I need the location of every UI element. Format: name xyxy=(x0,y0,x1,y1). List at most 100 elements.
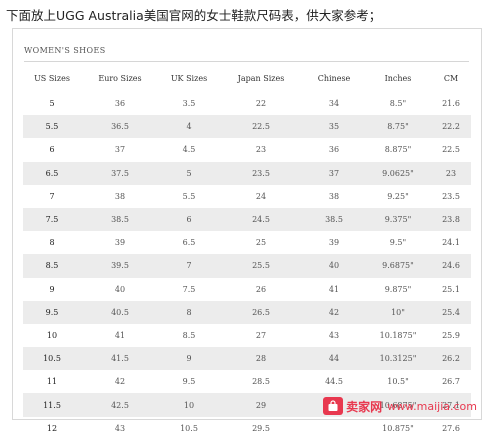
cell-japan-size: 22.5 xyxy=(219,115,303,139)
cell-cm: 27.6 xyxy=(442,423,460,433)
cell-inches: 9.6875" xyxy=(365,254,431,278)
cell-euro-size: 40 xyxy=(114,284,126,294)
table-row: 10 41 8.5 27 43 10.1875" 25.9 xyxy=(23,324,471,347)
cell-inches: 9.5" xyxy=(389,238,407,248)
cell-euro-size: 40.5 xyxy=(81,300,159,324)
cell-us-size: 8 xyxy=(49,238,55,248)
table-row: 7 38 5.5 24 38 9.25" 23.5 xyxy=(23,185,471,208)
table-row: 5 36 3.5 22 34 8.5" 21.6 xyxy=(23,92,471,115)
column-header-chinese: Chinese xyxy=(317,74,351,83)
cell-uk-size: 4.5 xyxy=(182,145,196,155)
watermark-url: www.maijia.com xyxy=(387,399,477,413)
cell-chinese-size: 43 xyxy=(328,330,340,340)
cell-uk-size: 5 xyxy=(159,161,219,185)
cell-cm: 25.4 xyxy=(431,300,471,324)
cell-japan-size: 24 xyxy=(255,191,267,201)
cell-cm: 26.7 xyxy=(442,377,460,387)
cell-us-size: 6 xyxy=(49,145,55,155)
cell-chinese-size: 44 xyxy=(303,347,365,371)
cell-japan-size: 22 xyxy=(255,99,267,109)
cell-inches: 8.75" xyxy=(365,115,431,139)
cell-euro-size: 38 xyxy=(114,191,126,201)
column-header-cm: CM xyxy=(443,74,459,83)
cell-inches: 8.875" xyxy=(384,145,412,155)
cell-cm: 23.8 xyxy=(431,207,471,232)
column-header-japan-sizes: Japan Sizes xyxy=(237,74,285,83)
cell-inches: 9.875" xyxy=(384,284,412,294)
cell-uk-size: 6 xyxy=(159,207,219,232)
page-caption: 下面放上UGG Australia美国官网的女士鞋款尺码表，供大家参考； xyxy=(6,8,382,23)
cell-euro-size: 38.5 xyxy=(81,207,159,232)
cell-euro-size: 37 xyxy=(114,145,126,155)
cell-chinese-size: 40 xyxy=(303,254,365,278)
table-row: 9 40 7.5 26 41 9.875" 25.1 xyxy=(23,278,471,301)
cell-chinese-size xyxy=(303,417,365,440)
table-row: 8 39 6.5 25 39 9.5" 24.1 xyxy=(23,231,471,254)
column-header-us-sizes: US Sizes xyxy=(34,74,70,83)
table-header-row: US Sizes Euro Sizes UK Sizes Japan Sizes… xyxy=(23,65,471,92)
cell-chinese-size: 42 xyxy=(303,300,365,324)
cell-uk-size: 3.5 xyxy=(182,99,196,109)
column-header-uk-sizes: UK Sizes xyxy=(170,74,208,83)
cell-chinese-size: 38 xyxy=(328,191,340,201)
cell-chinese-size: 41 xyxy=(328,284,340,294)
cell-euro-size: 41 xyxy=(114,330,126,340)
cell-chinese-size: 39 xyxy=(328,238,340,248)
table-row: 6.5 37.5 5 23.5 37 9.0625" 23 xyxy=(23,161,471,185)
cell-cm: 25.9 xyxy=(442,330,460,340)
cell-euro-size: 41.5 xyxy=(81,347,159,371)
cell-japan-size: 27 xyxy=(255,330,267,340)
cell-uk-size: 7 xyxy=(159,254,219,278)
column-header-euro-sizes: Euro Sizes xyxy=(98,74,142,83)
cell-chinese-size: 35 xyxy=(303,115,365,139)
cell-chinese-size: 34 xyxy=(328,99,340,109)
cell-cm: 24.1 xyxy=(442,238,460,248)
cell-us-size: 12 xyxy=(46,423,58,433)
cell-japan-size: 29.5 xyxy=(252,423,270,433)
cell-japan-size: 28.5 xyxy=(252,377,270,387)
cell-cm: 24.6 xyxy=(431,254,471,278)
cell-inches: 10.5" xyxy=(387,377,409,387)
cell-inches: 8.5" xyxy=(389,99,407,109)
cell-uk-size: 10 xyxy=(159,393,219,417)
cell-uk-size: 6.5 xyxy=(182,238,196,248)
cell-inches: 10.875" xyxy=(382,423,414,433)
cell-euro-size: 36 xyxy=(114,99,126,109)
cell-euro-size: 37.5 xyxy=(81,161,159,185)
cell-euro-size: 42 xyxy=(114,377,126,387)
title-divider xyxy=(24,61,469,62)
cell-japan-size: 23 xyxy=(255,145,267,155)
cell-us-size: 6.5 xyxy=(23,161,81,185)
cell-uk-size: 8 xyxy=(159,300,219,324)
cell-euro-size: 43 xyxy=(114,423,126,433)
cell-chinese-size: 38.5 xyxy=(303,207,365,232)
cell-euro-size: 42.5 xyxy=(81,393,159,417)
cell-inches: 10.3125" xyxy=(365,347,431,371)
cell-cm: 22.5 xyxy=(442,145,460,155)
size-chart-panel: WOMEN'S SHOES US Sizes Euro Sizes UK Siz… xyxy=(12,28,482,433)
table-row: 5.5 36.5 4 22.5 35 8.75" 22.2 xyxy=(23,115,471,139)
cell-us-size: 10 xyxy=(46,330,58,340)
cell-japan-size: 26 xyxy=(255,284,267,294)
table-body: 5 36 3.5 22 34 8.5" 21.6 5.5 36.5 4 22.5 35 8.75" 22.… xyxy=(23,92,471,440)
table-row: 9.5 40.5 8 26.5 42 10" 25.4 xyxy=(23,300,471,324)
cell-chinese-size: 37 xyxy=(303,161,365,185)
cell-us-size: 5 xyxy=(49,99,55,109)
cell-inches: 10" xyxy=(365,300,431,324)
cell-euro-size: 39 xyxy=(114,238,126,248)
cell-inches: 9.375" xyxy=(365,207,431,232)
cell-us-size: 9.5 xyxy=(23,300,81,324)
cell-us-size: 11.5 xyxy=(23,393,81,417)
cell-us-size: 7 xyxy=(49,191,55,201)
cell-cm: 23.5 xyxy=(442,191,460,201)
cell-uk-size: 10.5 xyxy=(180,423,198,433)
cell-japan-size: 23.5 xyxy=(219,161,303,185)
cell-inches: 10.1875" xyxy=(379,330,417,340)
cell-us-size: 5.5 xyxy=(23,115,81,139)
cell-us-size: 10.5 xyxy=(23,347,81,371)
cell-cm: 25.1 xyxy=(442,284,460,294)
cell-uk-size: 5.5 xyxy=(182,191,196,201)
cell-chinese-size: 36 xyxy=(328,145,340,155)
column-header-inches: Inches xyxy=(384,74,412,83)
cell-japan-size: 28 xyxy=(219,347,303,371)
